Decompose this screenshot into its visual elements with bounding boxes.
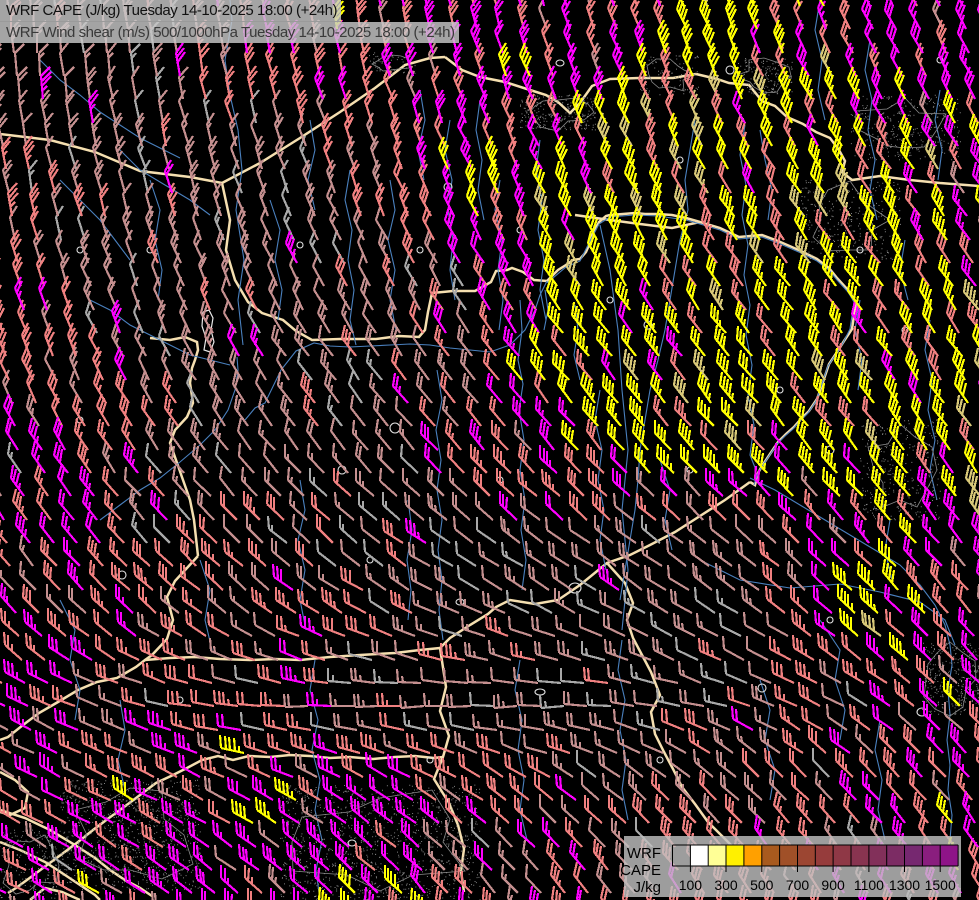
svg-text:100: 100	[679, 877, 703, 893]
svg-text:J/kg: J/kg	[633, 879, 661, 896]
svg-text:1300: 1300	[889, 877, 920, 893]
svg-text:1500: 1500	[925, 877, 956, 893]
svg-text:700: 700	[786, 877, 810, 893]
svg-text:CAPE: CAPE	[620, 862, 661, 879]
svg-text:500: 500	[750, 877, 774, 893]
svg-text:WRF: WRF	[627, 845, 661, 862]
svg-text:1100: 1100	[854, 877, 884, 893]
svg-text:300: 300	[714, 877, 738, 893]
svg-text:900: 900	[821, 877, 845, 893]
